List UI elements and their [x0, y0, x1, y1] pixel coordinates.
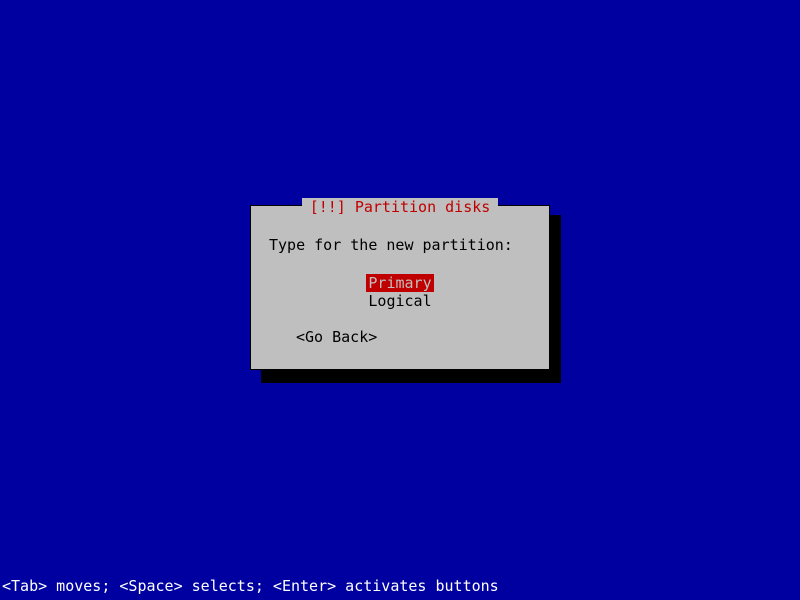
partition-dialog: [!!] Partition disks Type for the new pa… [250, 205, 550, 370]
dialog-title-wrap: [!!] Partition disks [251, 198, 549, 216]
partition-type-options: Primary Logical [251, 274, 549, 310]
dialog-title: [!!] Partition disks [302, 198, 499, 216]
option-primary[interactable]: Primary [366, 274, 433, 292]
dialog-prompt: Type for the new partition: [269, 236, 513, 254]
go-back-button[interactable]: <Go Back> [296, 328, 377, 346]
status-bar: <Tab> moves; <Space> selects; <Enter> ac… [2, 577, 499, 595]
option-logical[interactable]: Logical [366, 292, 433, 310]
